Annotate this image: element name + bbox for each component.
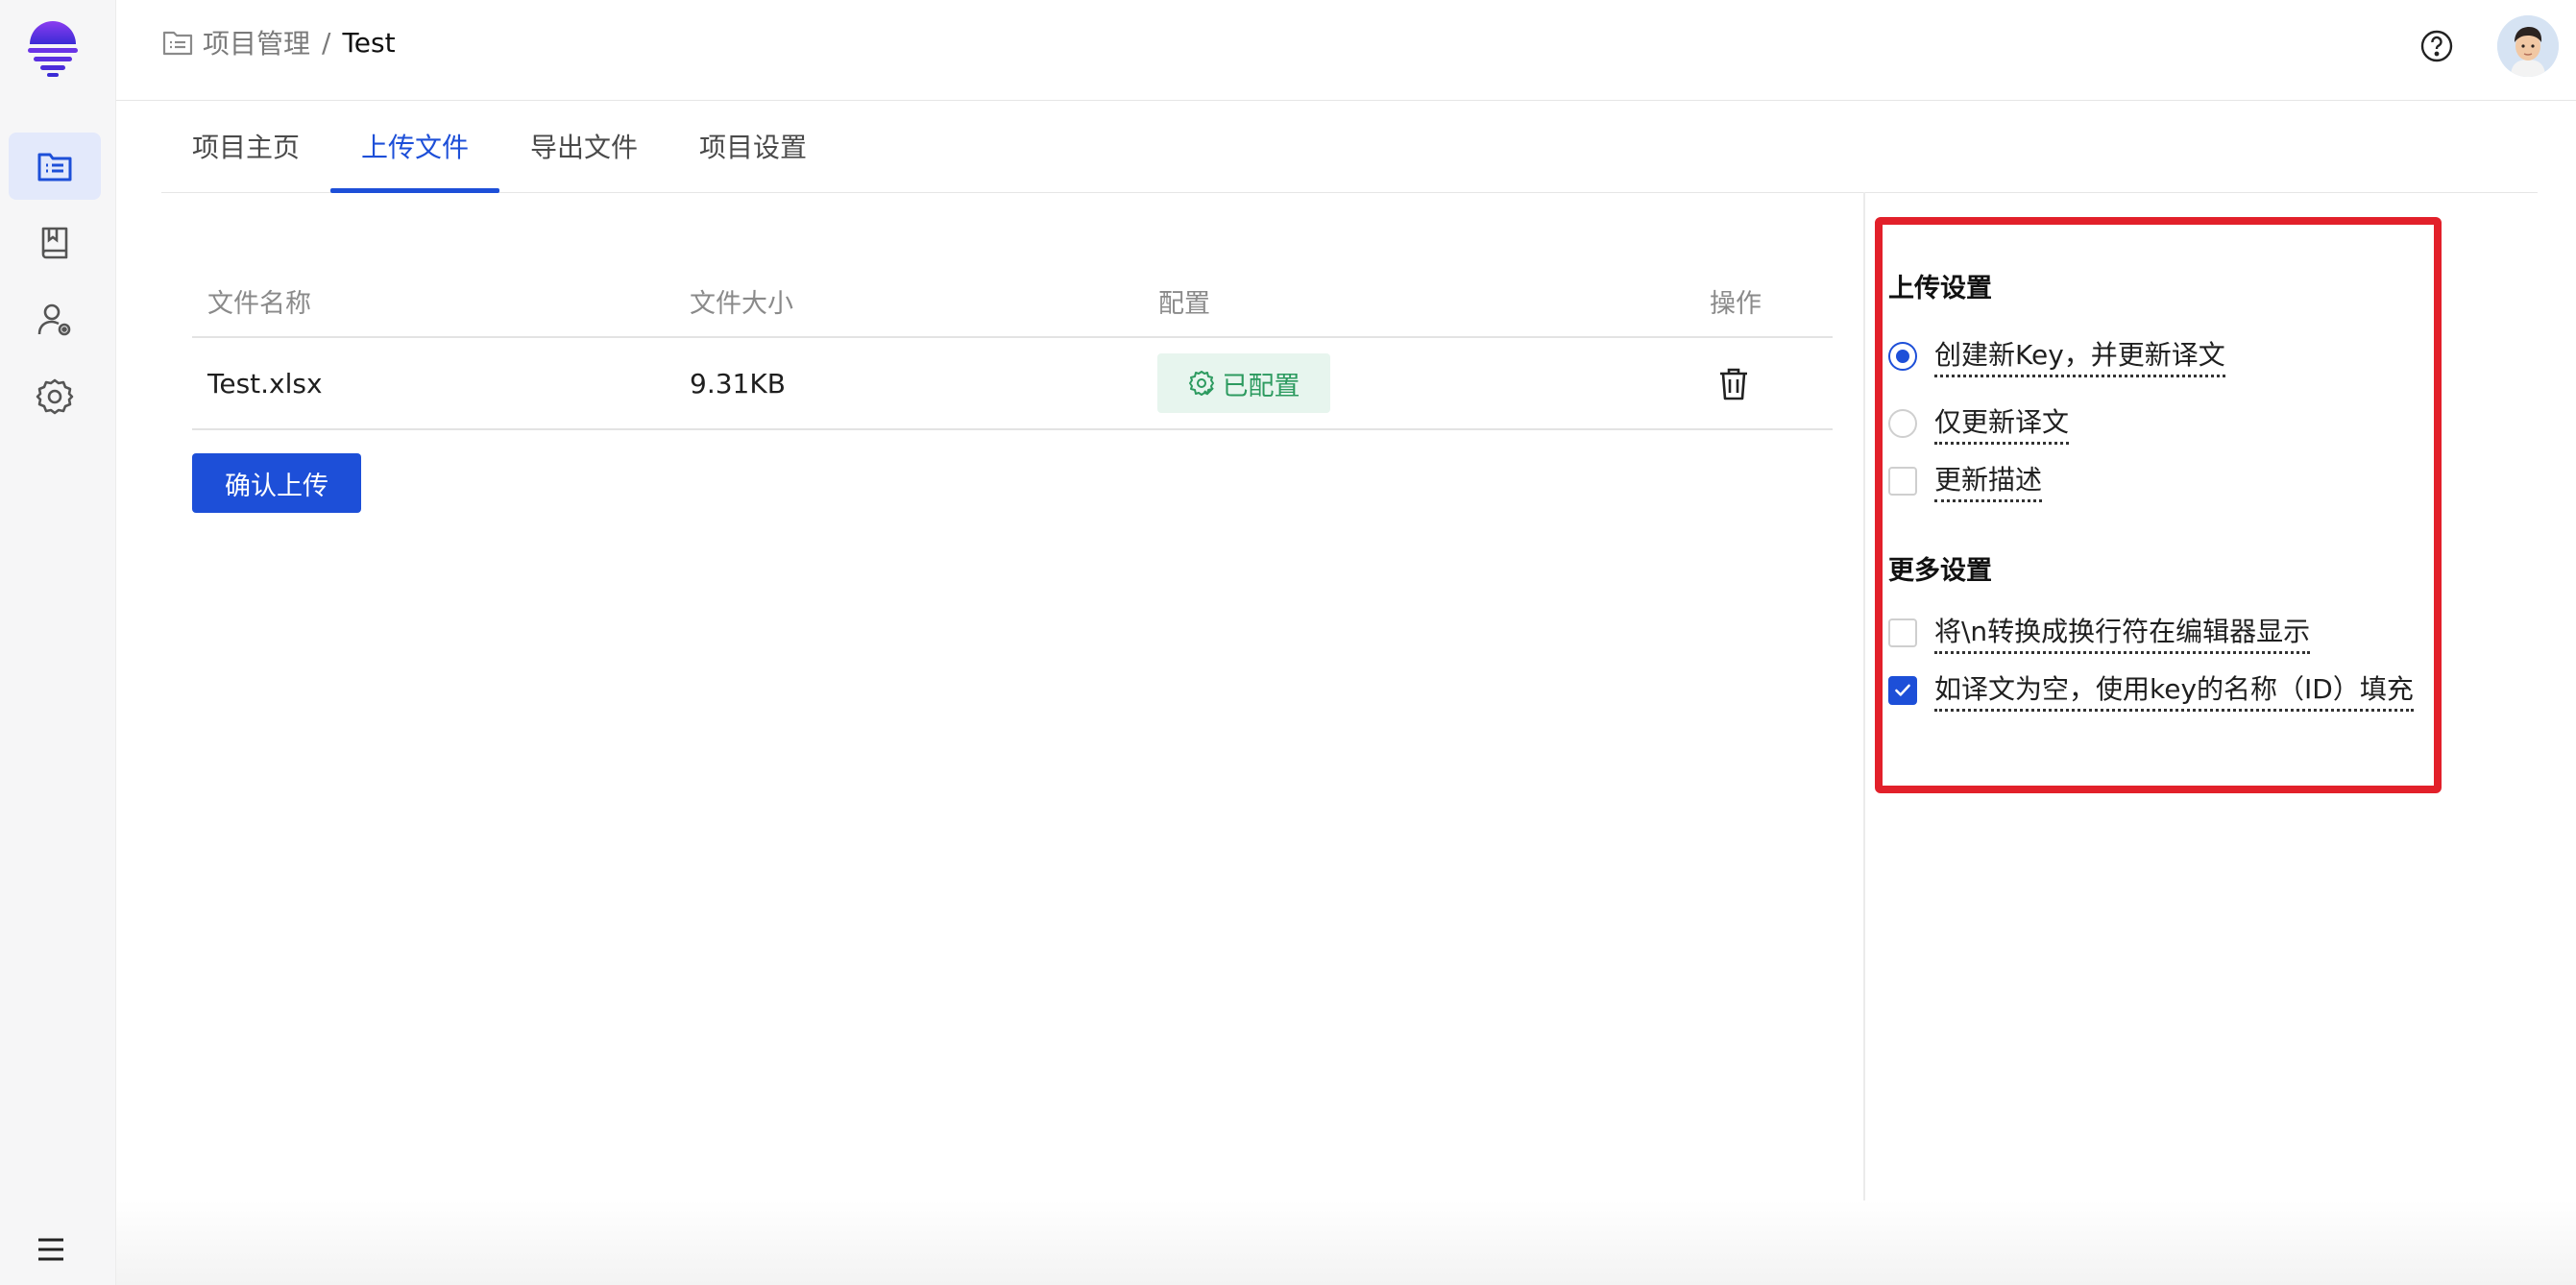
more-settings-title: 更多设置 bbox=[1888, 556, 1992, 586]
sidebar bbox=[0, 0, 116, 1285]
user-settings-icon bbox=[37, 303, 71, 336]
user-avatar-icon bbox=[2497, 15, 2559, 77]
checkmark-icon bbox=[1895, 684, 1910, 696]
sidebar-item-settings[interactable] bbox=[9, 363, 101, 430]
panel-divider bbox=[1863, 192, 1865, 1285]
option-label: 更新描述 bbox=[1934, 459, 2043, 502]
option-label: 仅更新译文 bbox=[1934, 401, 2070, 445]
table-header: 文件名称 文件大小 配置 操作 bbox=[192, 265, 1833, 338]
option-label: 将\n转换成换行符在编辑器显示 bbox=[1934, 611, 2311, 654]
checkbox-update-description[interactable] bbox=[1888, 466, 1917, 496]
file-name-cell: Test.xlsx bbox=[207, 367, 323, 400]
config-status-label: 已配置 bbox=[1222, 371, 1300, 401]
radio-create-key[interactable] bbox=[1888, 341, 1917, 371]
book-icon bbox=[41, 227, 68, 259]
option-create-key-update-translation[interactable]: 创建新Key，并更新译文 bbox=[1888, 334, 2225, 377]
gear-check-icon bbox=[1188, 371, 1214, 396]
breadcrumb-parent[interactable]: 项目管理 bbox=[203, 23, 310, 61]
sidebar-item-projects[interactable] bbox=[9, 133, 101, 200]
folder-icon bbox=[162, 31, 193, 56]
file-size-cell: 9.31KB bbox=[690, 367, 786, 400]
checkbox-fill-empty-with-key[interactable] bbox=[1888, 675, 1917, 705]
option-fill-empty-with-key[interactable]: 如译文为空，使用key的名称（ID）填充 bbox=[1888, 668, 2414, 712]
checkbox-convert-newline[interactable] bbox=[1888, 618, 1917, 647]
config-status-badge[interactable]: 已配置 bbox=[1157, 353, 1330, 413]
option-label: 如译文为空，使用key的名称（ID）填充 bbox=[1934, 668, 2414, 712]
tab-project-settings[interactable]: 项目设置 bbox=[699, 100, 807, 192]
upload-settings-title: 上传设置 bbox=[1888, 274, 1992, 303]
app-logo[interactable] bbox=[28, 19, 78, 77]
help-icon[interactable] bbox=[2419, 29, 2454, 63]
top-header: 项目管理 / Test bbox=[116, 0, 2576, 101]
sidebar-item-members[interactable] bbox=[9, 286, 101, 353]
column-header-config: 配置 bbox=[1158, 289, 1210, 319]
option-update-description[interactable]: 更新描述 bbox=[1888, 459, 2043, 502]
breadcrumb-current: Test bbox=[342, 26, 396, 59]
radio-update-only[interactable] bbox=[1888, 408, 1917, 438]
option-label: 创建新Key，并更新译文 bbox=[1934, 334, 2225, 377]
option-update-translation-only[interactable]: 仅更新译文 bbox=[1888, 401, 2070, 445]
tab-upload-file[interactable]: 上传文件 bbox=[361, 100, 469, 192]
file-list-icon bbox=[37, 153, 72, 182]
column-header-file-name: 文件名称 bbox=[207, 289, 311, 319]
gear-icon bbox=[36, 378, 74, 415]
active-tab-indicator bbox=[330, 188, 499, 193]
menu-toggle-icon[interactable] bbox=[35, 1235, 67, 1264]
breadcrumb: 项目管理 / Test bbox=[162, 23, 396, 61]
sidebar-item-docs[interactable] bbox=[9, 209, 101, 277]
tab-project-home[interactable]: 项目主页 bbox=[192, 100, 300, 192]
option-convert-newline[interactable]: 将\n转换成换行符在编辑器显示 bbox=[1888, 611, 2311, 654]
bottom-edge bbox=[116, 1200, 2576, 1285]
column-header-file-size: 文件大小 bbox=[690, 289, 793, 319]
table-row: Test.xlsx 9.31KB bbox=[192, 338, 1833, 430]
column-header-actions: 操作 bbox=[1710, 289, 1762, 319]
tab-export-file[interactable]: 导出文件 bbox=[530, 100, 638, 192]
avatar[interactable] bbox=[2497, 15, 2559, 77]
breadcrumb-separator: / bbox=[322, 26, 331, 59]
tab-bar: 项目主页 上传文件 导出文件 项目设置 bbox=[161, 100, 2538, 193]
delete-icon[interactable] bbox=[1717, 367, 1750, 401]
confirm-upload-button[interactable]: 确认上传 bbox=[192, 453, 361, 513]
